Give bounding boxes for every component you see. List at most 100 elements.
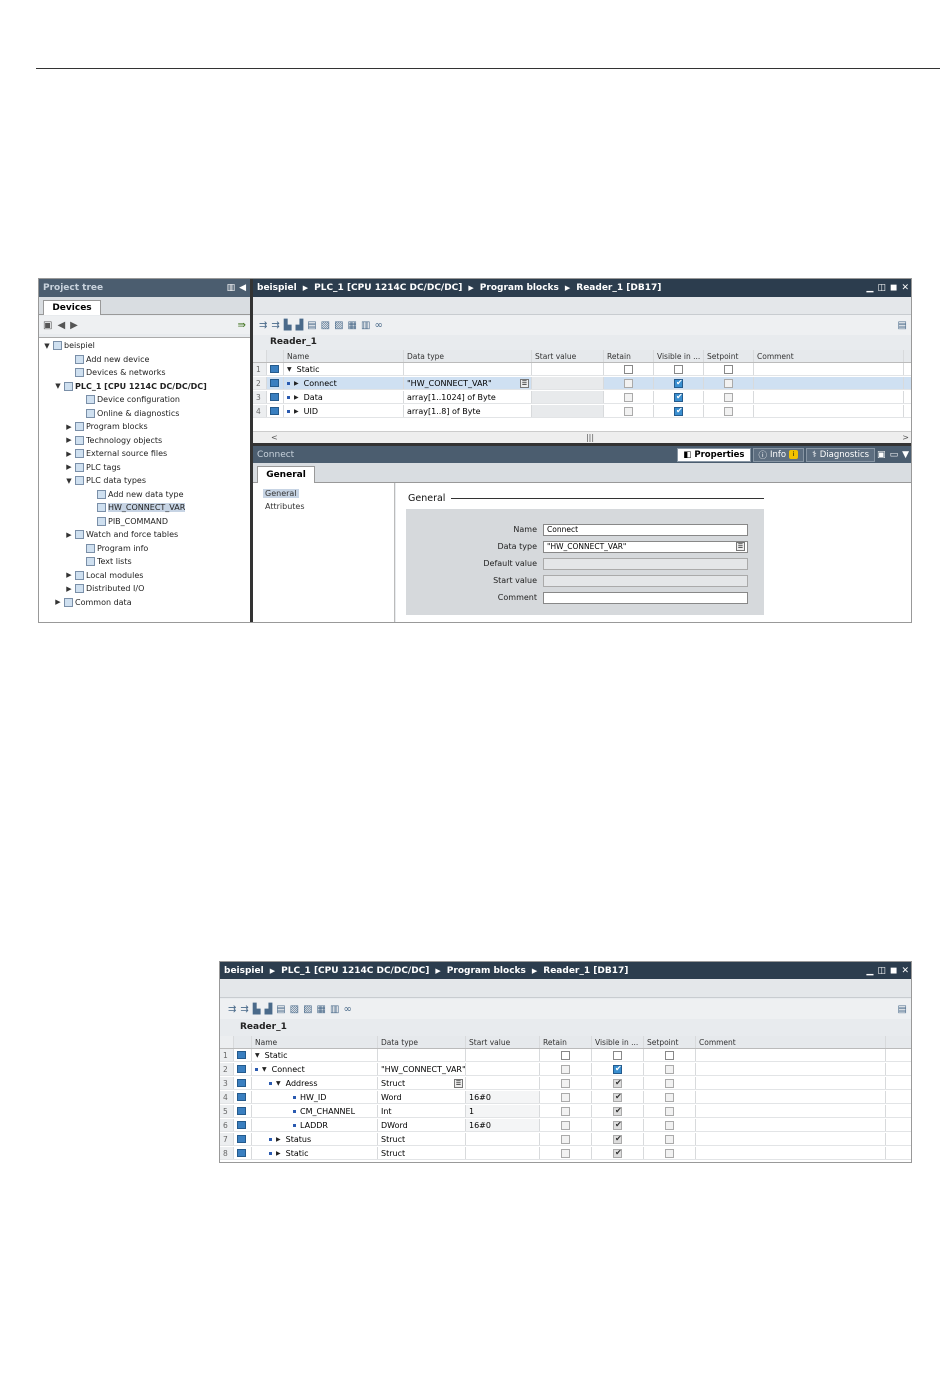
column-header[interactable]: Retain <box>604 350 654 362</box>
setpoint-checkbox[interactable] <box>724 378 733 388</box>
breadcrumb-item[interactable]: Reader_1 [DB17] <box>576 283 661 293</box>
setpoint-checkbox[interactable] <box>665 1120 674 1130</box>
tree-item[interactable]: ▼ beispiel <box>43 339 95 352</box>
load-start-icon[interactable]: ▦ <box>348 320 357 331</box>
comment-cell[interactable] <box>696 1077 886 1089</box>
start-value-cell[interactable] <box>466 1077 540 1089</box>
name-field[interactable]: Connect <box>543 523 748 536</box>
nav-general[interactable]: General <box>263 489 299 498</box>
table-row[interactable]: 4 HW_ID Word 16#0 <box>220 1091 911 1104</box>
expand-all-icon[interactable]: ▙ <box>284 320 292 331</box>
tree-item[interactable]: Devices & networks <box>65 366 166 379</box>
start-value-cell[interactable] <box>466 1133 540 1145</box>
collapsed-arrow-icon[interactable]: ▶ <box>276 1150 281 1157</box>
collapsed-arrow-icon[interactable]: ▶ <box>294 394 299 401</box>
column-header[interactable]: Visible in ... <box>592 1036 644 1048</box>
retain-checkbox[interactable] <box>624 392 633 402</box>
collapsed-arrow-icon[interactable]: ▶ <box>65 585 73 593</box>
tree-item[interactable]: Online & diagnostics <box>76 407 179 420</box>
float-icon[interactable]: ▣ <box>877 450 886 460</box>
back-icon[interactable]: ◀ <box>57 320 65 331</box>
expand-all-icon[interactable]: ▙ <box>253 1004 261 1015</box>
expanded-arrow-icon[interactable]: ▼ <box>287 366 292 373</box>
datatype-cell[interactable] <box>404 363 532 375</box>
column-header[interactable]: Start value <box>532 350 604 362</box>
expanded-arrow-icon[interactable]: ▼ <box>262 1066 267 1073</box>
expanded-arrow-icon[interactable]: ▼ <box>65 477 73 485</box>
comment-cell[interactable] <box>696 1119 886 1131</box>
collapsed-arrow-icon[interactable]: ▶ <box>54 598 62 606</box>
column-header[interactable]: Comment <box>754 350 904 362</box>
minimize-icon[interactable]: ▁ <box>867 966 874 976</box>
setpoint-checkbox[interactable] <box>665 1050 674 1060</box>
maximize-icon[interactable]: ◼ <box>890 283 897 293</box>
start-value-cell[interactable]: 1 <box>466 1105 540 1117</box>
datatype-dropdown-icon[interactable]: ☰ <box>454 1078 463 1088</box>
collapse-all-icon[interactable]: ▟ <box>295 320 303 331</box>
tree-item[interactable]: ▶ Common data <box>54 596 132 609</box>
tree-item[interactable]: ▶ Program blocks <box>65 420 148 433</box>
insert-row-icon[interactable]: ⇉ <box>259 320 267 331</box>
table-row[interactable]: 3 ▼ Address Struct ☰ <box>220 1077 911 1090</box>
retain-checkbox[interactable] <box>561 1134 570 1144</box>
close-icon[interactable]: ✕ <box>901 966 909 976</box>
setpoint-checkbox[interactable] <box>724 406 733 416</box>
load-start-icon[interactable]: ▦ <box>317 1004 326 1015</box>
expanded-arrow-icon[interactable]: ▼ <box>54 382 62 390</box>
breadcrumb-item[interactable]: Program blocks <box>447 966 526 976</box>
keep-actual-icon[interactable]: ▥ <box>361 320 370 331</box>
snapshot-icon[interactable]: ▧ <box>290 1004 299 1015</box>
start-value-cell[interactable] <box>532 363 604 375</box>
visible-checkbox[interactable] <box>613 1050 622 1060</box>
tree-item[interactable]: Add new data type <box>87 488 184 501</box>
column-header[interactable]: Start value <box>466 1036 540 1048</box>
scroll-left-icon[interactable]: < <box>271 433 278 442</box>
visible-checkbox[interactable] <box>613 1134 622 1144</box>
table-row[interactable]: 4 ▶ UID array[1..8] of Byte <box>253 405 911 418</box>
setpoint-checkbox[interactable] <box>724 364 733 374</box>
scroll-thumb[interactable]: ||| <box>586 433 594 442</box>
retain-checkbox[interactable] <box>561 1106 570 1116</box>
breadcrumb-item[interactable]: PLC_1 [CPU 1214C DC/DC/DC] <box>281 966 429 976</box>
datatype-cell[interactable]: array[1..8] of Byte <box>404 405 532 417</box>
table-row[interactable]: 5 CM_CHANNEL Int 1 <box>220 1105 911 1118</box>
table-row[interactable]: 2 ▼ Connect "HW_CONNECT_VAR" <box>220 1063 911 1076</box>
column-header[interactable]: Visible in ... <box>654 350 704 362</box>
column-header[interactable]: Setpoint <box>644 1036 696 1048</box>
tree-item[interactable]: ▶ External source files <box>65 447 167 460</box>
minimize-icon[interactable]: ▭ <box>890 450 899 460</box>
tree-item[interactable]: ▶ PLC tags <box>65 461 121 474</box>
datatype-cell[interactable]: Struct <box>378 1133 466 1145</box>
comment-cell[interactable] <box>696 1091 886 1103</box>
glasses-icon[interactable]: ∞ <box>343 1004 351 1015</box>
visible-checkbox[interactable] <box>674 364 683 374</box>
name-cell[interactable]: ▶ UID <box>284 405 404 417</box>
start-value-cell[interactable] <box>532 377 604 389</box>
name-cell[interactable]: ▶ Static <box>252 1147 378 1159</box>
table-row[interactable]: 1 ▼ Static <box>220 1049 911 1062</box>
column-header[interactable]: Comment <box>696 1036 886 1048</box>
comment-field[interactable] <box>543 591 748 604</box>
view-settings-icon[interactable]: ▤ <box>898 1004 907 1015</box>
scroll-right-icon[interactable]: > <box>902 433 909 442</box>
retain-checkbox[interactable] <box>561 1120 570 1130</box>
visible-checkbox[interactable] <box>613 1120 622 1130</box>
start-value-cell[interactable] <box>466 1147 540 1159</box>
table-row[interactable]: 7 ▶ Status Struct <box>220 1133 911 1146</box>
setpoint-checkbox[interactable] <box>665 1064 674 1074</box>
subtab-general[interactable]: General <box>257 466 315 483</box>
table-row[interactable]: 3 ▶ Data array[1..1024] of Byte <box>253 391 911 404</box>
setpoint-checkbox[interactable] <box>665 1134 674 1144</box>
minimize-icon[interactable]: ▁ <box>867 283 874 293</box>
table-row[interactable]: 6 LADDR DWord 16#0 <box>220 1119 911 1132</box>
comment-cell[interactable] <box>754 391 904 403</box>
tree-item[interactable]: ▼ PLC_1 [CPU 1214C DC/DC/DC] <box>54 380 207 393</box>
column-header[interactable]: Name <box>252 1036 378 1048</box>
tree-item[interactable]: ▶ Technology objects <box>65 434 162 447</box>
name-cell[interactable]: ▼ Static <box>252 1049 378 1061</box>
retain-checkbox[interactable] <box>561 1092 570 1102</box>
forward-icon[interactable]: ▶ <box>70 320 78 331</box>
name-cell[interactable]: ▼ Connect <box>252 1063 378 1075</box>
collapsed-arrow-icon[interactable]: ▶ <box>65 463 73 471</box>
visible-checkbox[interactable] <box>613 1078 622 1088</box>
